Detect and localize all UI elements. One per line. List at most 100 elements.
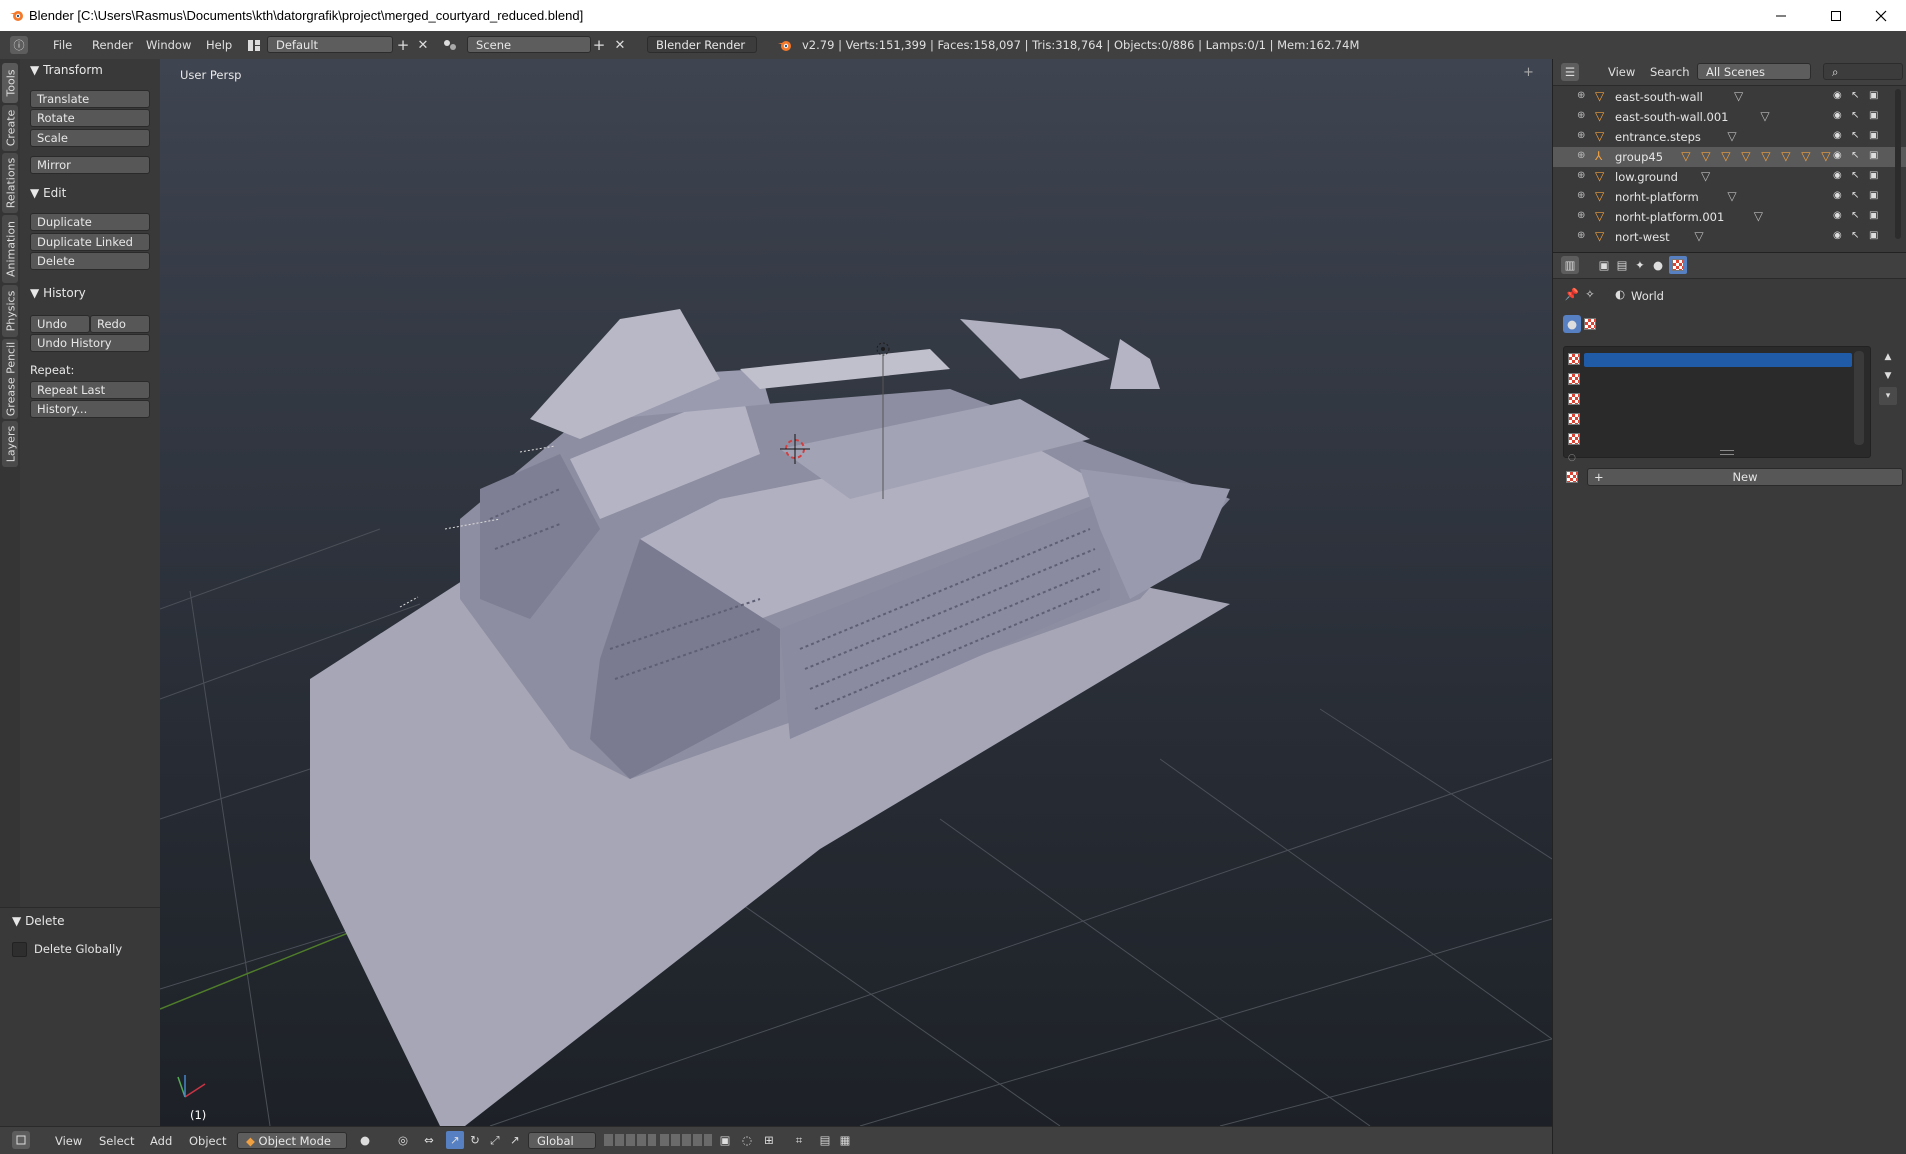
expand-icon[interactable]: ⊕: [1577, 210, 1585, 221]
move-slot-down-icon[interactable]: ▼: [1879, 367, 1897, 385]
visibility-eye-icon[interactable]: ◉: [1833, 230, 1842, 241]
delete-globally-checkbox[interactable]: [12, 942, 27, 957]
mesh-data-icon[interactable]: ▽: [1734, 89, 1743, 103]
screen-layout-icon[interactable]: [245, 36, 263, 54]
layer-buttons-a[interactable]: [604, 1134, 656, 1146]
selectable-cursor-icon[interactable]: ↖: [1851, 130, 1859, 141]
mesh-data-icon[interactable]: ▽: [1821, 149, 1830, 163]
tab-grease-pencil[interactable]: Grease Pencil: [2, 339, 18, 419]
duplicate-button[interactable]: Duplicate: [30, 213, 150, 231]
mesh-data-icon[interactable]: ▽: [1727, 129, 1736, 143]
translate-button[interactable]: Translate: [30, 90, 150, 108]
selectable-cursor-icon[interactable]: ↖: [1851, 210, 1859, 221]
add-region-icon[interactable]: +: [1523, 65, 1534, 80]
duplicate-linked-button[interactable]: Duplicate Linked: [30, 233, 150, 251]
menu-add[interactable]: Add: [150, 1134, 172, 1148]
expand-icon[interactable]: ⊕: [1577, 130, 1585, 141]
mesh-data-icon[interactable]: ▽: [1701, 149, 1710, 163]
mesh-data-icon[interactable]: ▽: [1761, 149, 1770, 163]
3d-viewport[interactable]: User Persp (1) +: [160, 59, 1552, 1126]
orientation-dropdown[interactable]: Global: [528, 1132, 596, 1149]
history-button[interactable]: History...: [30, 400, 150, 418]
remove-screen-icon[interactable]: ✕: [414, 36, 432, 54]
close-window-button[interactable]: [1858, 0, 1904, 31]
snap-icon[interactable]: ⊞: [760, 1131, 778, 1149]
scale-manipulator-icon[interactable]: ⤢: [486, 1131, 504, 1149]
world-context-icon[interactable]: ●: [1649, 256, 1667, 274]
outliner-menu-view[interactable]: View: [1608, 65, 1635, 79]
snap-target-icon[interactable]: ⌗: [790, 1131, 808, 1149]
slot-specials-menu-icon[interactable]: ▾: [1879, 387, 1897, 405]
mesh-data-icon[interactable]: ▽: [1801, 149, 1810, 163]
mesh-data-icon[interactable]: ▽: [1760, 109, 1769, 123]
add-scene-icon[interactable]: +: [590, 36, 608, 54]
render-context-icon[interactable]: ▣: [1595, 256, 1613, 274]
layer-buttons-b[interactable]: [660, 1134, 712, 1146]
mesh-data-icon[interactable]: ▽: [1681, 149, 1690, 163]
render-preview-icon[interactable]: ▤: [816, 1131, 834, 1149]
scene-context-icon[interactable]: ✦: [1631, 256, 1649, 274]
translate-manipulator-icon[interactable]: ↗: [446, 1131, 464, 1149]
menu-help[interactable]: Help: [206, 38, 232, 52]
texture-context-icon[interactable]: [1669, 256, 1687, 274]
outliner-row[interactable]: ⊕ ▽ nort-west ▽ ◉ ↖ ▣: [1553, 227, 1906, 247]
outliner-row[interactable]: ⊕ ▽ entrance.steps ▽ ◉ ↖ ▣: [1553, 127, 1906, 147]
renderable-camera-icon[interactable]: ▣: [1869, 130, 1878, 141]
menu-view[interactable]: View: [55, 1134, 82, 1148]
texture-slot-icon[interactable]: [1568, 393, 1580, 405]
visibility-eye-icon[interactable]: ◉: [1833, 90, 1842, 101]
new-texture-button[interactable]: + New: [1587, 468, 1903, 486]
outliner-row[interactable]: ⊕ ▽ east-south-wall.001 ▽ ◉ ↖ ▣: [1553, 107, 1906, 127]
expand-icon[interactable]: ⊕: [1577, 150, 1585, 161]
renderable-camera-icon[interactable]: ▣: [1869, 90, 1878, 101]
rotate-manipulator-icon[interactable]: ↻: [466, 1131, 484, 1149]
outliner-display-mode-dropdown[interactable]: All Scenes: [1697, 63, 1811, 80]
proportional-edit-icon[interactable]: ◌: [738, 1131, 756, 1149]
mesh-data-icon[interactable]: ▽: [1754, 209, 1763, 223]
texture-browse-icon[interactable]: [1563, 468, 1581, 486]
selectable-cursor-icon[interactable]: ↖: [1851, 90, 1859, 101]
edit-panel-header[interactable]: ▼ Edit: [30, 186, 66, 200]
add-screen-icon[interactable]: +: [394, 36, 412, 54]
rotate-button[interactable]: Rotate: [30, 109, 150, 127]
transform-panel-header[interactable]: ▼ Transform: [30, 63, 103, 77]
texture-slot-icon[interactable]: [1568, 353, 1580, 365]
viewport-shading-icon[interactable]: ●: [356, 1131, 374, 1149]
redo-button[interactable]: Redo: [90, 315, 150, 333]
editor-type-properties-button[interactable]: ▥: [1561, 256, 1579, 274]
visibility-eye-icon[interactable]: ◉: [1833, 190, 1842, 201]
transform-orientation-icon[interactable]: ↗: [506, 1131, 524, 1149]
renderable-camera-icon[interactable]: ▣: [1869, 230, 1878, 241]
renderable-camera-icon[interactable]: ▣: [1869, 210, 1878, 221]
texture-slot-list[interactable]: ○: [1563, 346, 1871, 463]
pin-icon[interactable]: 📌: [1563, 285, 1581, 303]
move-slot-up-icon[interactable]: ▲: [1879, 348, 1897, 366]
mirror-button[interactable]: Mirror: [30, 156, 150, 174]
maximize-button[interactable]: [1813, 0, 1859, 31]
slot-list-scrollbar[interactable]: [1854, 351, 1864, 445]
selectable-cursor-icon[interactable]: ↖: [1851, 150, 1859, 161]
tab-layers[interactable]: Layers: [2, 421, 18, 467]
remove-scene-icon[interactable]: ✕: [611, 36, 629, 54]
tab-relations[interactable]: Relations: [2, 153, 18, 213]
outliner-row[interactable]: ⊕ ▽ low.ground ▽ ◉ ↖ ▣: [1553, 167, 1906, 187]
undo-history-button[interactable]: Undo History: [30, 334, 150, 352]
render-layers-context-icon[interactable]: ▤: [1613, 256, 1631, 274]
tab-physics[interactable]: Physics: [2, 285, 18, 337]
selectable-cursor-icon[interactable]: ↖: [1851, 190, 1859, 201]
scene-icon[interactable]: [441, 36, 459, 54]
delete-button[interactable]: Delete: [30, 252, 150, 270]
texture-slot-icon[interactable]: [1568, 413, 1580, 425]
mode-dropdown[interactable]: ◆ Object Mode: [237, 1132, 347, 1149]
scene-field[interactable]: Scene: [467, 36, 591, 53]
outliner-search-field[interactable]: ⌕: [1823, 63, 1903, 80]
texture-slot-icon[interactable]: ○: [1568, 453, 1576, 463]
screen-layout-field[interactable]: Default: [267, 36, 393, 53]
render-animation-icon[interactable]: ▦: [836, 1131, 854, 1149]
renderable-camera-icon[interactable]: ▣: [1869, 190, 1878, 201]
visibility-eye-icon[interactable]: ◉: [1833, 170, 1842, 181]
outliner-menu-search[interactable]: Search: [1650, 65, 1690, 79]
undo-button[interactable]: Undo: [30, 315, 90, 333]
mesh-data-icon[interactable]: ▽: [1694, 229, 1703, 243]
pivot-point-icon[interactable]: ◎: [394, 1131, 412, 1149]
